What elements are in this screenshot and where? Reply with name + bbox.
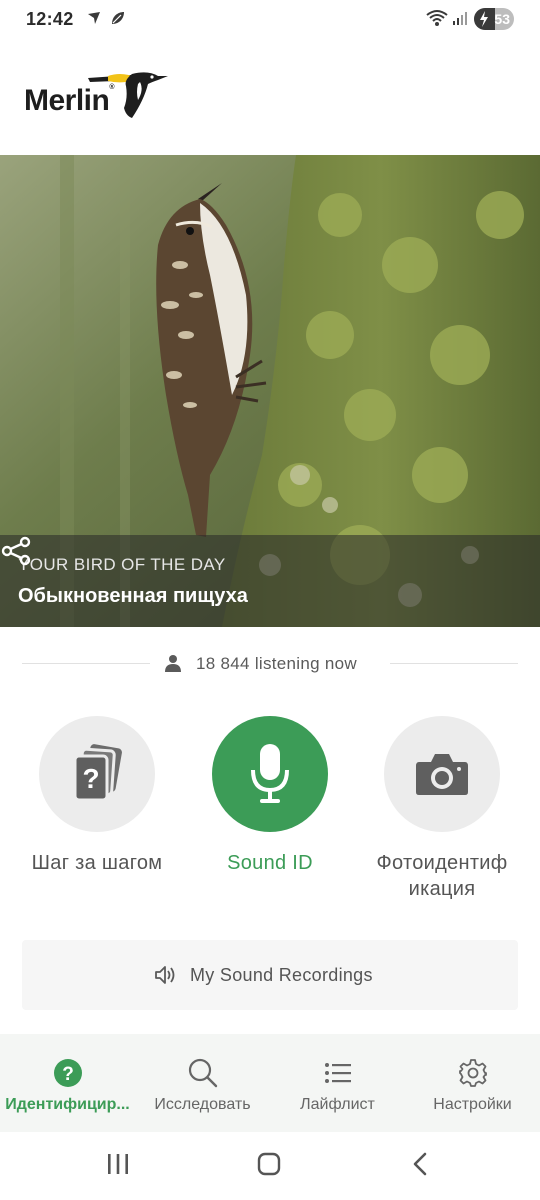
sound-id-label: Sound ID — [227, 852, 313, 874]
svg-text:?: ? — [62, 1064, 74, 1085]
signal-icon — [452, 10, 468, 31]
nav-item-identify[interactable]: ? Идентифицир... — [0, 1034, 135, 1132]
share-icon[interactable] — [0, 535, 32, 567]
wifi-icon — [426, 9, 448, 32]
svg-text:?: ? — [82, 763, 99, 794]
photo-id-button[interactable]: Фотоидентиф икация — [357, 716, 527, 902]
divider-left — [22, 663, 150, 664]
merlin-bird-logo-icon — [88, 72, 168, 118]
list-icon — [324, 1063, 351, 1083]
hero-caption: YOUR BIRD OF THE DAY Обыкновенная пищуха — [0, 535, 540, 627]
nav-label-explore: Исследовать — [154, 1096, 251, 1113]
home-icon[interactable] — [257, 1152, 281, 1176]
nav-label-settings: Настройки — [433, 1096, 512, 1113]
status-time: 12:42 — [26, 9, 74, 29]
bird-of-the-day-card[interactable]: YOUR BIRD OF THE DAY Обыкновенная пищуха — [0, 155, 540, 627]
back-icon[interactable] — [410, 1152, 430, 1176]
leaf-icon — [110, 10, 126, 31]
app-header: Merlin® — [0, 40, 540, 155]
question-cards-icon: ? — [73, 744, 122, 802]
nav-item-lifelist[interactable]: Лайфлист — [270, 1034, 405, 1132]
navigation-arrow-icon — [86, 10, 102, 31]
listening-now-text: 18 844 listening now — [196, 654, 358, 673]
my-sound-recordings-button[interactable]: My Sound Recordings — [22, 940, 518, 1010]
gear-icon — [458, 1059, 487, 1087]
system-navigation-bar — [0, 1132, 540, 1200]
nav-label-identify: Идентифицир... — [5, 1096, 130, 1113]
sound-id-circle[interactable] — [212, 716, 328, 832]
person-icon — [165, 655, 181, 672]
step-by-step-label: Шаг за шагом — [31, 852, 163, 874]
step-by-step-circle[interactable]: ? — [39, 716, 155, 832]
bird-of-the-day-eyebrow: YOUR BIRD OF THE DAY — [18, 555, 226, 574]
bird-of-the-day-name: Обыкновенная пищуха — [18, 585, 248, 607]
battery-charging-icon: 53 — [474, 8, 514, 30]
photo-id-circle[interactable] — [384, 716, 500, 832]
question-circle-icon: ? — [53, 1059, 82, 1087]
microphone-icon — [251, 744, 289, 803]
step-by-step-button[interactable]: ? Шаг за шагом — [12, 716, 182, 876]
search-icon — [188, 1058, 217, 1088]
nav-item-explore[interactable]: Исследовать — [135, 1034, 270, 1132]
nav-item-settings[interactable]: Настройки — [405, 1034, 540, 1132]
speaker-icon — [155, 966, 175, 984]
status-bar: 12:42 53 — [0, 0, 540, 40]
listening-now-indicator: 18 844 listening now — [22, 648, 518, 680]
recent-apps-icon[interactable] — [106, 1152, 130, 1176]
photo-id-label: Фотоидентиф икация — [376, 852, 508, 900]
battery-percent: 53 — [494, 11, 510, 27]
bottom-navigation: ? Идентифицир... Исследовать Лайфлист На… — [0, 1034, 540, 1132]
sound-id-button[interactable]: Sound ID — [185, 716, 355, 876]
nav-label-lifelist: Лайфлист — [300, 1096, 375, 1113]
camera-icon — [416, 754, 468, 795]
divider-right — [390, 663, 518, 664]
my-sound-recordings-label: My Sound Recordings — [190, 965, 373, 985]
